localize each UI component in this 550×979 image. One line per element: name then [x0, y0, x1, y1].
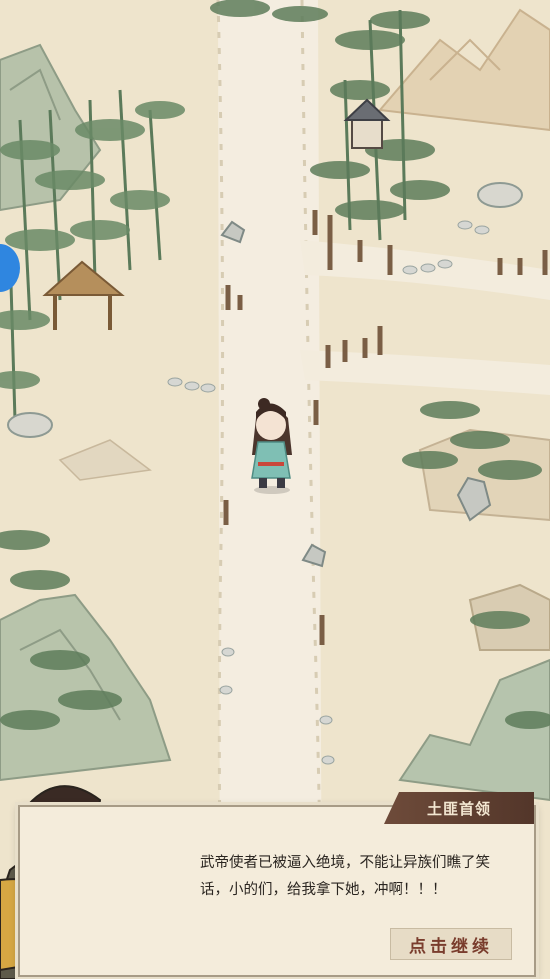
speaker-name-tag: 土匪首领	[384, 792, 534, 824]
well-left	[7, 412, 53, 438]
well-top-right	[477, 182, 523, 208]
continue-button[interactable]: 点击继续	[390, 928, 512, 960]
dialog-text: 武帝使者已被逼入绝境，不能让异族们瞧了笑话，小的们，给我拿下她，冲啊！！！	[200, 855, 490, 898]
